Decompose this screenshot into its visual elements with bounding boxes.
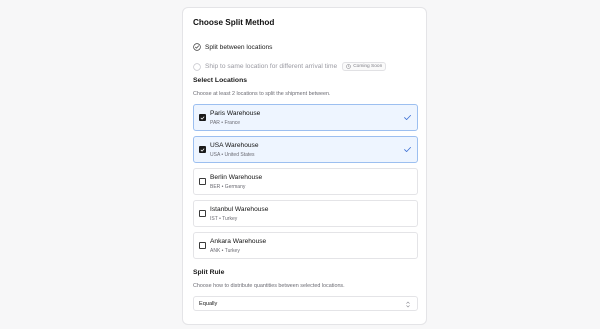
location-name: USA Warehouse xyxy=(210,142,259,149)
check-circle-icon xyxy=(193,43,201,51)
selected-check-icon xyxy=(404,147,411,152)
location-item-berlin[interactable]: Berlin Warehouse BER • Germany xyxy=(193,168,418,195)
split-rule-description: Choose how to distribute quantities betw… xyxy=(193,283,345,289)
location-name: Berlin Warehouse xyxy=(210,174,263,181)
chevron-up-down-icon xyxy=(406,301,410,308)
checkbox-unchecked[interactable] xyxy=(199,178,206,185)
check-icon xyxy=(200,148,205,151)
coming-soon-badge: Coming Soon xyxy=(342,62,387,71)
split-method-card: Choose Split Method Split between locati… xyxy=(182,7,427,325)
clock-icon xyxy=(346,64,352,69)
split-option-label: Ship to same location for different arri… xyxy=(205,63,338,70)
location-code-country: PAR • France xyxy=(210,120,240,126)
radio-empty-icon xyxy=(193,62,201,71)
badge-label: Coming Soon xyxy=(353,64,383,69)
location-code-country: IST • Turkey xyxy=(210,216,238,222)
split-rule-select[interactable]: Equally xyxy=(193,296,418,311)
card-title: Choose Split Method xyxy=(193,18,275,27)
location-name: Istanbul Warehouse xyxy=(210,206,269,213)
location-item-istanbul[interactable]: Istanbul Warehouse IST • Turkey xyxy=(193,200,418,227)
selected-check-icon xyxy=(404,115,411,120)
split-rule-title: Split Rule xyxy=(193,269,225,276)
checkbox-unchecked[interactable] xyxy=(199,210,206,217)
check-icon xyxy=(200,116,205,119)
select-locations-title: Select Locations xyxy=(193,77,248,84)
location-name: Paris Warehouse xyxy=(210,110,261,117)
location-item-ankara[interactable]: Ankara Warehouse ANK • Turkey xyxy=(193,232,418,259)
location-code-country: ANK • Turkey xyxy=(210,248,240,254)
split-option-same-location: Ship to same location for different arri… xyxy=(193,62,387,71)
select-locations-description: Choose at least 2 locations to split the… xyxy=(193,91,331,97)
checkbox-checked[interactable] xyxy=(199,146,206,153)
location-code-country: USA • United States xyxy=(210,152,255,158)
split-option-label: Split between locations xyxy=(205,43,273,51)
location-name: Ankara Warehouse xyxy=(210,238,267,245)
location-item-paris[interactable]: Paris Warehouse PAR • France xyxy=(193,104,418,131)
split-option-split-between-locations[interactable]: Split between locations xyxy=(193,43,272,51)
split-rule-value: Equally xyxy=(199,301,218,307)
checkbox-unchecked[interactable] xyxy=(199,242,206,249)
checkbox-checked[interactable] xyxy=(199,114,206,121)
location-code-country: BER • Germany xyxy=(210,184,246,190)
location-item-usa[interactable]: USA Warehouse USA • United States xyxy=(193,136,418,163)
